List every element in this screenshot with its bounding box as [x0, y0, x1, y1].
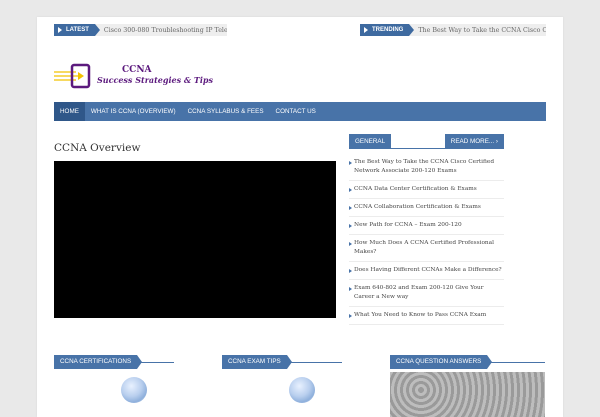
logo-title: CCNA — [122, 65, 152, 75]
trending-label: TRENDING — [372, 27, 404, 33]
latest-ticker: LATEST Cisco 300-080 Troubleshooting IP … — [54, 24, 227, 36]
site-logo[interactable]: CCNA Success Strategies & Tips — [54, 62, 214, 92]
widget-tab-certifications[interactable]: CCNA CERTIFICATIONS — [54, 354, 143, 369]
main-nav: HOME WHAT IS CCNA (OVERVIEW) CCNA SYLLAB… — [54, 102, 546, 121]
widget-header-certifications: CCNA CERTIFICATIONS — [54, 348, 174, 369]
nav-item-contact[interactable]: CONTACT US — [270, 102, 322, 121]
sidebar-header: GENERAL READ MORE... › — [349, 134, 504, 149]
nav-item-syllabus[interactable]: CCNA SYLLABUS & FEES — [182, 102, 270, 121]
sidebar-post-link[interactable]: CCNA Data Center Certification & Exams — [349, 181, 504, 199]
nav-item-overview[interactable]: WHAT IS CCNA (OVERVIEW) — [85, 102, 182, 121]
trending-tag: TRENDING — [360, 24, 415, 36]
video-player[interactable] — [54, 161, 336, 318]
sidebar-post-link[interactable]: Exam 640-802 and Exam 200-120 Give Your … — [349, 280, 504, 307]
sidebar-post-link[interactable]: How Much Does A CCNA Certified Professio… — [349, 235, 504, 262]
latest-headline-link[interactable]: Cisco 300-080 Troubleshooting IP Telepho… — [94, 24, 227, 36]
globe-icon[interactable] — [289, 377, 315, 403]
latest-tag: LATEST — [54, 24, 100, 36]
logo-tagline: Success Strategies & Tips — [97, 75, 213, 85]
widget-header-question-answers: CCNA QUESTION ANSWERS — [390, 348, 545, 369]
widget-tab-question-answers[interactable]: CCNA QUESTION ANSWERS — [390, 354, 493, 369]
sidebar-post-link[interactable]: CCNA Collaboration Certification & Exams — [349, 199, 504, 217]
play-icon — [58, 27, 62, 33]
trending-ticker: TRENDING The Best Way to Take the CCNA C… — [360, 24, 547, 36]
nav-item-home[interactable]: HOME — [54, 102, 85, 121]
sidebar-post-list: The Best Way to Take the CCNA Cisco Cert… — [349, 154, 504, 325]
sidebar-post-link[interactable]: New Path for CCNA – Exam 200-120 — [349, 217, 504, 235]
logo-arrow-icon — [54, 63, 91, 89]
globe-icon[interactable] — [121, 377, 147, 403]
post-thumbnail[interactable] — [390, 372, 545, 417]
page-title: CCNA Overview — [54, 142, 141, 154]
trending-headline-link[interactable]: The Best Way to Take the CCNA Cisco Cert… — [409, 24, 547, 36]
sidebar-post-link[interactable]: Does Having Different CCNAs Make a Diffe… — [349, 262, 504, 280]
sidebar-post-link[interactable]: What You Need to Know to Pass CCNA Exam — [349, 307, 504, 325]
widget-header-exam-tips: CCNA EXAM TIPS — [222, 348, 342, 369]
latest-label: LATEST — [66, 27, 89, 33]
tab-general[interactable]: GENERAL — [349, 134, 392, 148]
sidebar-post-link[interactable]: The Best Way to Take the CCNA Cisco Cert… — [349, 154, 504, 181]
page-container: LATEST Cisco 300-080 Troubleshooting IP … — [37, 17, 563, 417]
read-more-button[interactable]: READ MORE... › — [444, 134, 504, 148]
widget-tab-exam-tips[interactable]: CCNA EXAM TIPS — [222, 354, 292, 369]
play-icon — [364, 27, 368, 33]
